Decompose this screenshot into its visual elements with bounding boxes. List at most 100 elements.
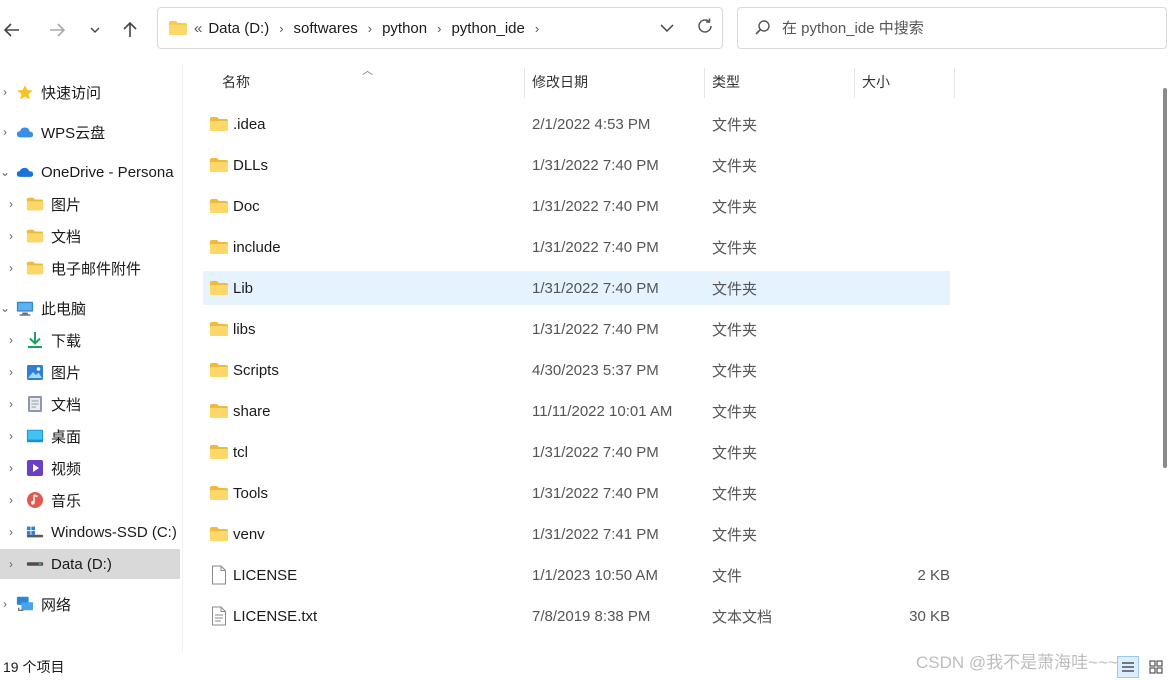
column-date-modified[interactable]: 修改日期 [524,64,704,100]
column-name[interactable]: 名称 [214,64,524,100]
column-divider[interactable] [954,68,955,98]
file-row[interactable]: DLLs 1/31/2022 7:40 PM 文件夹 [203,148,950,182]
file-row[interactable]: share 11/11/2022 10:01 AM 文件夹 [203,394,950,428]
sidebar-item-label: Windows-SSD (C:) [51,523,177,541]
file-row[interactable]: venv 1/31/2022 7:41 PM 文件夹 [203,517,950,551]
search-box[interactable] [737,7,1167,49]
file-row[interactable]: include 1/31/2022 7:40 PM 文件夹 [203,230,950,264]
breadcrumb-overflow[interactable]: « [194,20,202,37]
back-button[interactable] [2,14,22,46]
breadcrumb-python-ide[interactable]: python_ide [451,20,524,37]
chevron-right-icon[interactable]: › [6,525,16,539]
sidebar-item-email-attachments[interactable]: › 电子邮件附件 [0,253,182,283]
folder-icon [209,280,229,296]
sidebar-item-onedrive[interactable]: ⌄ OneDrive - Persona [0,157,182,187]
address-history-button[interactable] [660,20,674,37]
chevron-right-icon[interactable]: › [6,429,16,443]
sidebar-item-wps-cloud[interactable]: › WPS云盘 [0,117,182,147]
chevron-right-icon[interactable]: › [6,333,16,347]
folder-icon [209,526,229,542]
chevron-down-icon[interactable]: ⌄ [0,301,10,315]
address-bar[interactable]: « Data (D:) › softwares › python › pytho… [157,7,723,49]
search-input[interactable] [780,18,1144,38]
chevron-right-icon[interactable]: › [6,365,16,379]
file-date-modified: 1/31/2022 7:40 PM [532,238,659,256]
chevron-right-icon[interactable]: › [535,21,539,36]
chevron-right-icon[interactable]: › [0,85,10,99]
file-type: 文件夹 [712,403,758,421]
folder-icon [209,403,229,419]
column-type[interactable]: 类型 [704,64,854,100]
file-type: 文件夹 [712,321,758,339]
up-button[interactable] [120,14,140,46]
file-row[interactable]: Tools 1/31/2022 7:40 PM 文件夹 [203,476,950,510]
file-date-modified: 2/1/2022 4:53 PM [532,115,651,133]
file-row[interactable]: LICENSE 1/1/2023 10:50 AM 文件 2 KB [203,558,950,592]
sidebar-item-documents[interactable]: › 文档 [0,389,182,419]
file-size [840,476,950,510]
file-type: 文件 [712,567,743,585]
file-row[interactable]: tcl 1/31/2022 7:40 PM 文件夹 [203,435,950,469]
file-row[interactable]: Scripts 4/30/2023 5:37 PM 文件夹 [203,353,950,387]
file-date-modified: 1/31/2022 7:40 PM [532,279,659,297]
sidebar-item-pictures[interactable]: › 图片 [0,357,182,387]
file-size [840,148,950,182]
sidebar-item-label: 网络 [41,596,72,614]
file-row[interactable]: Doc 1/31/2022 7:40 PM 文件夹 [203,189,950,223]
sidebar-item-desktop[interactable]: › 桌面 [0,421,182,451]
details-view-button[interactable] [1117,656,1139,678]
chevron-right-icon[interactable]: › [0,125,10,139]
chevron-right-icon[interactable]: › [6,229,16,243]
breadcrumb-softwares[interactable]: softwares [294,20,358,37]
recent-locations-button[interactable] [87,14,103,46]
sidebar-item-network[interactable]: › 网络 [0,589,182,619]
file-type: 文件夹 [712,526,758,544]
file-row[interactable]: libs 1/31/2022 7:40 PM 文件夹 [203,312,950,346]
navigation-pane: › 快速访问 › WPS云盘 ⌄ OneDrive - Persona › 图片… [0,64,183,652]
chevron-down-icon [660,23,674,32]
large-icons-view-button[interactable] [1145,656,1167,678]
chevron-down-icon [90,27,100,33]
chevron-down-icon[interactable]: ⌄ [0,165,10,179]
refresh-button[interactable] [696,17,714,39]
breadcrumb-python[interactable]: python [382,20,427,37]
network-icon [16,596,34,612]
file-size: 30 KB [909,607,950,625]
column-size[interactable]: 大小 [854,64,954,100]
vertical-scrollbar[interactable] [1160,64,1169,652]
sidebar-item-videos[interactable]: › 视频 [0,453,182,483]
breadcrumb-data-drive[interactable]: Data (D:) [208,20,269,37]
sidebar-item-label: 文档 [51,396,82,414]
file-row[interactable]: LICENSE.txt 7/8/2019 8:38 PM 文本文档 30 KB [203,599,950,633]
chevron-right-icon[interactable]: › [6,197,16,211]
file-row[interactable]: .idea 2/1/2022 4:53 PM 文件夹 [203,107,950,141]
chevron-right-icon[interactable]: › [6,397,16,411]
refresh-icon [698,18,712,33]
chevron-right-icon[interactable]: › [0,597,10,611]
file-row[interactable]: Lib 1/31/2022 7:40 PM 文件夹 [203,271,950,305]
chevron-right-icon[interactable]: › [6,557,16,571]
chevron-right-icon[interactable]: › [437,21,441,36]
sidebar-item-drive-d[interactable]: › Data (D:) [0,549,180,579]
chevron-right-icon[interactable]: › [279,21,283,36]
sidebar-item-music[interactable]: › 音乐 [0,485,182,515]
sidebar-item-quick-access[interactable]: › 快速访问 [0,77,182,107]
sidebar-item-label: OneDrive - Persona [41,163,174,181]
text-file-icon [211,606,231,626]
chevron-right-icon[interactable]: › [6,261,16,275]
sidebar-item-onedrive-documents[interactable]: › 文档 [0,221,182,251]
download-icon [26,332,44,348]
sidebar-item-label: 图片 [51,196,82,214]
chevron-right-icon[interactable]: › [6,493,16,507]
sidebar-item-drive-c[interactable]: › Windows-SSD (C:) [0,517,182,547]
file-name: share [233,402,271,420]
sidebar-item-this-pc[interactable]: ⌄ 此电脑 [0,293,182,323]
forward-button[interactable] [47,14,67,46]
chevron-right-icon[interactable]: › [368,21,372,36]
large-icons-view-icon [1149,660,1163,674]
scrollbar-thumb[interactable] [1163,88,1167,468]
file-date-modified: 1/31/2022 7:40 PM [532,320,659,338]
sidebar-item-downloads[interactable]: › 下载 [0,325,182,355]
chevron-right-icon[interactable]: › [6,461,16,475]
sidebar-item-onedrive-pictures[interactable]: › 图片 [0,189,182,219]
